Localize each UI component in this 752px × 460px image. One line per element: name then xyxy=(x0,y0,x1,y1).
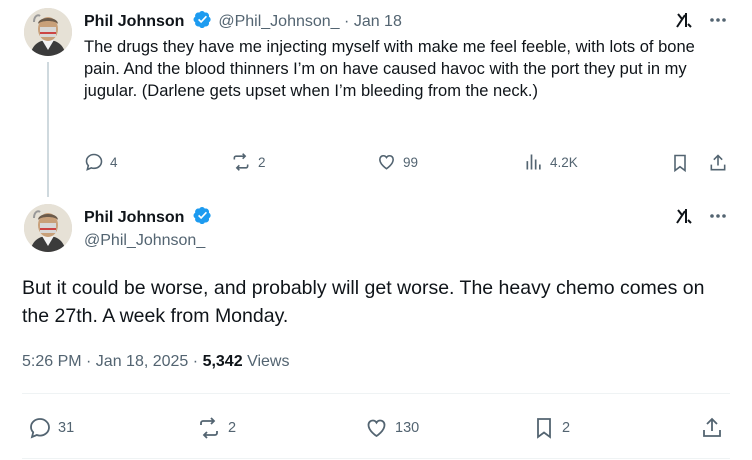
tweet2-header: Phil Johnson xyxy=(84,206,214,227)
like-icon xyxy=(379,154,394,170)
bookmark-count: 2 xyxy=(562,420,571,436)
views-count: 5,342 xyxy=(202,353,243,370)
repost-button[interactable]: 2 xyxy=(196,416,236,440)
views-count: 4.2K xyxy=(550,154,578,170)
reply-button[interactable]: 31 xyxy=(28,416,74,440)
display-name[interactable]: Phil Johnson xyxy=(84,209,184,226)
repost-icon xyxy=(233,153,249,171)
like-button[interactable]: 99 xyxy=(376,152,418,172)
views-button[interactable]: 4.2K xyxy=(524,152,578,172)
reply-icon xyxy=(85,153,103,171)
more-icon[interactable] xyxy=(708,206,728,226)
tweet1-header: Phil Johnson @Phil_Johnson_ · Jan 18 xyxy=(84,10,402,31)
like-button[interactable]: 130 xyxy=(364,416,419,440)
divider xyxy=(22,393,730,394)
share-icon[interactable] xyxy=(700,416,724,440)
views-label: Views xyxy=(247,353,290,370)
bookmark-icon xyxy=(537,418,551,439)
handle[interactable]: @Phil_Johnson_ xyxy=(84,232,205,250)
like-count: 130 xyxy=(395,420,420,436)
like-count: 99 xyxy=(403,154,419,170)
tweet-text: But it could be worse, and probably will… xyxy=(22,277,705,327)
reply-count: 4 xyxy=(110,154,118,170)
views-icon xyxy=(526,154,541,170)
repost-button[interactable]: 2 xyxy=(230,152,266,172)
reply-button[interactable]: 4 xyxy=(84,152,118,172)
share-icon[interactable] xyxy=(708,152,728,174)
handle[interactable]: @Phil_Johnson_ xyxy=(218,13,339,30)
tweet-meta: 5:26 PM · Jan 18, 2025 · 5,342 Views xyxy=(22,353,289,371)
display-name[interactable]: Phil Johnson xyxy=(84,13,184,30)
bookmark-icon[interactable] xyxy=(670,152,690,174)
more-icon[interactable] xyxy=(708,10,728,30)
tweet-date[interactable]: Jan 18 xyxy=(354,13,402,30)
grok-icon[interactable] xyxy=(674,206,694,226)
reply-icon xyxy=(30,418,50,439)
separator: · xyxy=(344,13,350,30)
tweet-timestamp[interactable]: 5:26 PM · Jan 18, 2025 · xyxy=(22,353,198,370)
avatar[interactable] xyxy=(24,8,72,56)
verified-badge-icon[interactable] xyxy=(193,206,212,225)
avatar[interactable] xyxy=(24,204,72,252)
repost-icon xyxy=(200,417,218,439)
repost-count: 2 xyxy=(228,420,237,436)
reply-count: 31 xyxy=(58,420,75,436)
like-icon xyxy=(367,419,386,438)
grok-icon[interactable] xyxy=(674,10,694,30)
divider xyxy=(22,458,730,459)
repost-count: 2 xyxy=(258,154,266,170)
tweet-text: The drugs they have me injecting myself … xyxy=(84,38,695,100)
thread-connector xyxy=(47,62,49,197)
bookmark-button[interactable]: 2 xyxy=(532,416,570,440)
verified-badge-icon[interactable] xyxy=(193,10,212,29)
